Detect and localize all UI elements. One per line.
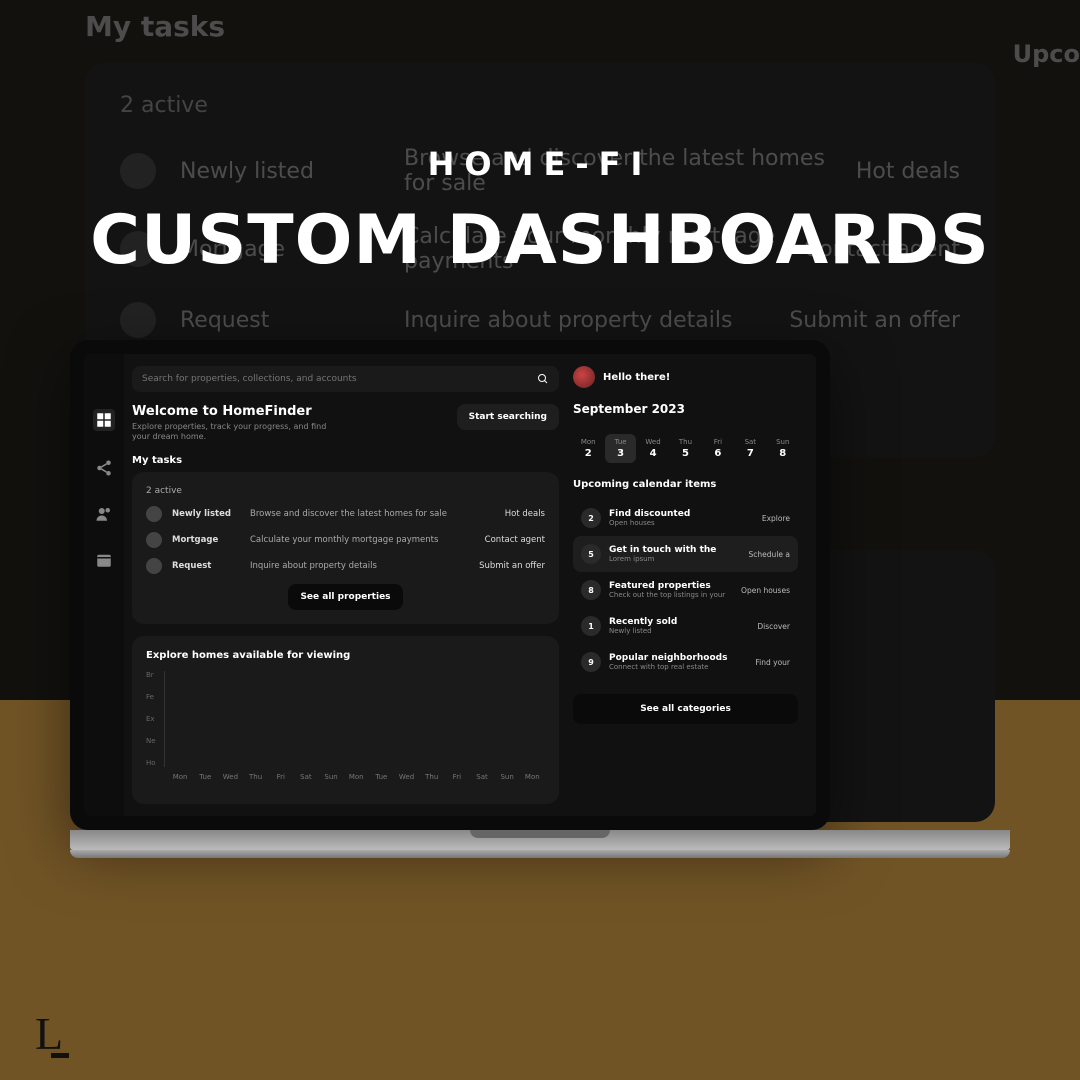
dashboard-icon[interactable] [93,409,115,431]
search-icon[interactable] [537,373,549,385]
calendar-day[interactable]: Tue3 [605,434,635,463]
upcoming-item[interactable]: 1 Recently soldNewly listed Discover [573,608,798,644]
upcoming-action[interactable]: Explore [762,514,790,523]
task-desc: Calculate your monthly mortgage payments [250,535,475,545]
task-action[interactable]: Hot deals [505,509,545,519]
see-all-categories-button[interactable]: See all categories [573,694,798,724]
task-desc: Inquire about property details [250,561,469,571]
upcoming-action[interactable]: Find your [755,658,790,667]
hero-subtitle: HOME-FI [0,145,1080,183]
task-avatar [146,506,162,522]
calendar-day[interactable]: Sun8 [768,434,798,463]
upcoming-item[interactable]: 5 Get in touch with theLorem ipsum Sched… [573,536,798,572]
task-avatar [146,558,162,574]
upcoming-badge: 8 [581,580,601,600]
bg-upcoming-label: Upco [1013,40,1080,68]
bg-tasks-heading: My tasks [85,10,995,43]
user-block[interactable]: Hello there! [573,366,798,388]
task-row[interactable]: Newly listed Browse and discover the lat… [146,506,545,522]
user-greeting: Hello there! [603,372,670,383]
share-icon[interactable] [95,459,113,477]
task-action[interactable]: Contact agent [485,535,545,545]
users-icon[interactable] [95,505,113,523]
calendar-day[interactable]: Wed4 [638,434,668,463]
upcoming-action[interactable]: Discover [757,622,790,631]
upcoming-badge: 9 [581,652,601,672]
task-desc: Browse and discover the latest homes for… [250,509,495,519]
task-label: Request [172,561,240,571]
upcoming-badge: 5 [581,544,601,564]
upcoming-badge: 1 [581,616,601,636]
tasks-title: My tasks [132,455,559,466]
calendar-day[interactable]: Thu5 [670,434,700,463]
explore-title: Explore homes available for viewing [146,650,545,661]
calendar-day[interactable]: Mon2 [573,434,603,463]
calendar-icon[interactable] [95,551,113,569]
bg-task-row: Request Inquire about property details S… [120,302,960,338]
brand-logo: L [35,1007,63,1060]
welcome-desc: Explore properties, track your progress,… [132,422,332,443]
upcoming-item[interactable]: 8 Featured propertiesCheck out the top l… [573,572,798,608]
search-input[interactable] [142,374,537,384]
start-searching-button[interactable]: Start searching [457,404,559,430]
tasks-active-count: 2 active [146,486,545,496]
hero: HOME-FI CUSTOM DASHBOARDS [0,145,1080,280]
tasks-card: 2 active Newly listed Browse and discove… [132,472,559,624]
calendar-title: September 2023 [573,402,798,416]
upcoming-item[interactable]: 9 Popular neighborhoodsConnect with top … [573,644,798,680]
upcoming-title: Upcoming calendar items [573,479,798,490]
bg-active-count: 2 active [120,93,960,118]
explore-chart-card: Explore homes available for viewing BrFe… [132,636,559,804]
hero-title: CUSTOM DASHBOARDS [0,201,1080,280]
laptop-mockup: Welcome to HomeFinder Explore properties… [70,340,1010,858]
welcome-title: Welcome to HomeFinder [132,404,332,419]
task-row[interactable]: Mortgage Calculate your monthly mortgage… [146,532,545,548]
task-action[interactable]: Submit an offer [479,561,545,571]
task-row[interactable]: Request Inquire about property details S… [146,558,545,574]
calendar-day[interactable]: Sat7 [735,434,765,463]
task-label: Newly listed [172,509,240,519]
sidebar [84,354,124,816]
task-avatar [146,532,162,548]
upcoming-action[interactable]: Schedule a [749,550,790,559]
task-label: Mortgage [172,535,240,545]
calendar-day[interactable]: Fri6 [703,434,733,463]
upcoming-badge: 2 [581,508,601,528]
avatar [573,366,595,388]
upcoming-item[interactable]: 2 Find discountedOpen houses Explore [573,500,798,536]
search-bar[interactable] [132,366,559,392]
see-all-properties-button[interactable]: See all properties [288,584,402,610]
upcoming-action[interactable]: Open houses [741,586,790,595]
